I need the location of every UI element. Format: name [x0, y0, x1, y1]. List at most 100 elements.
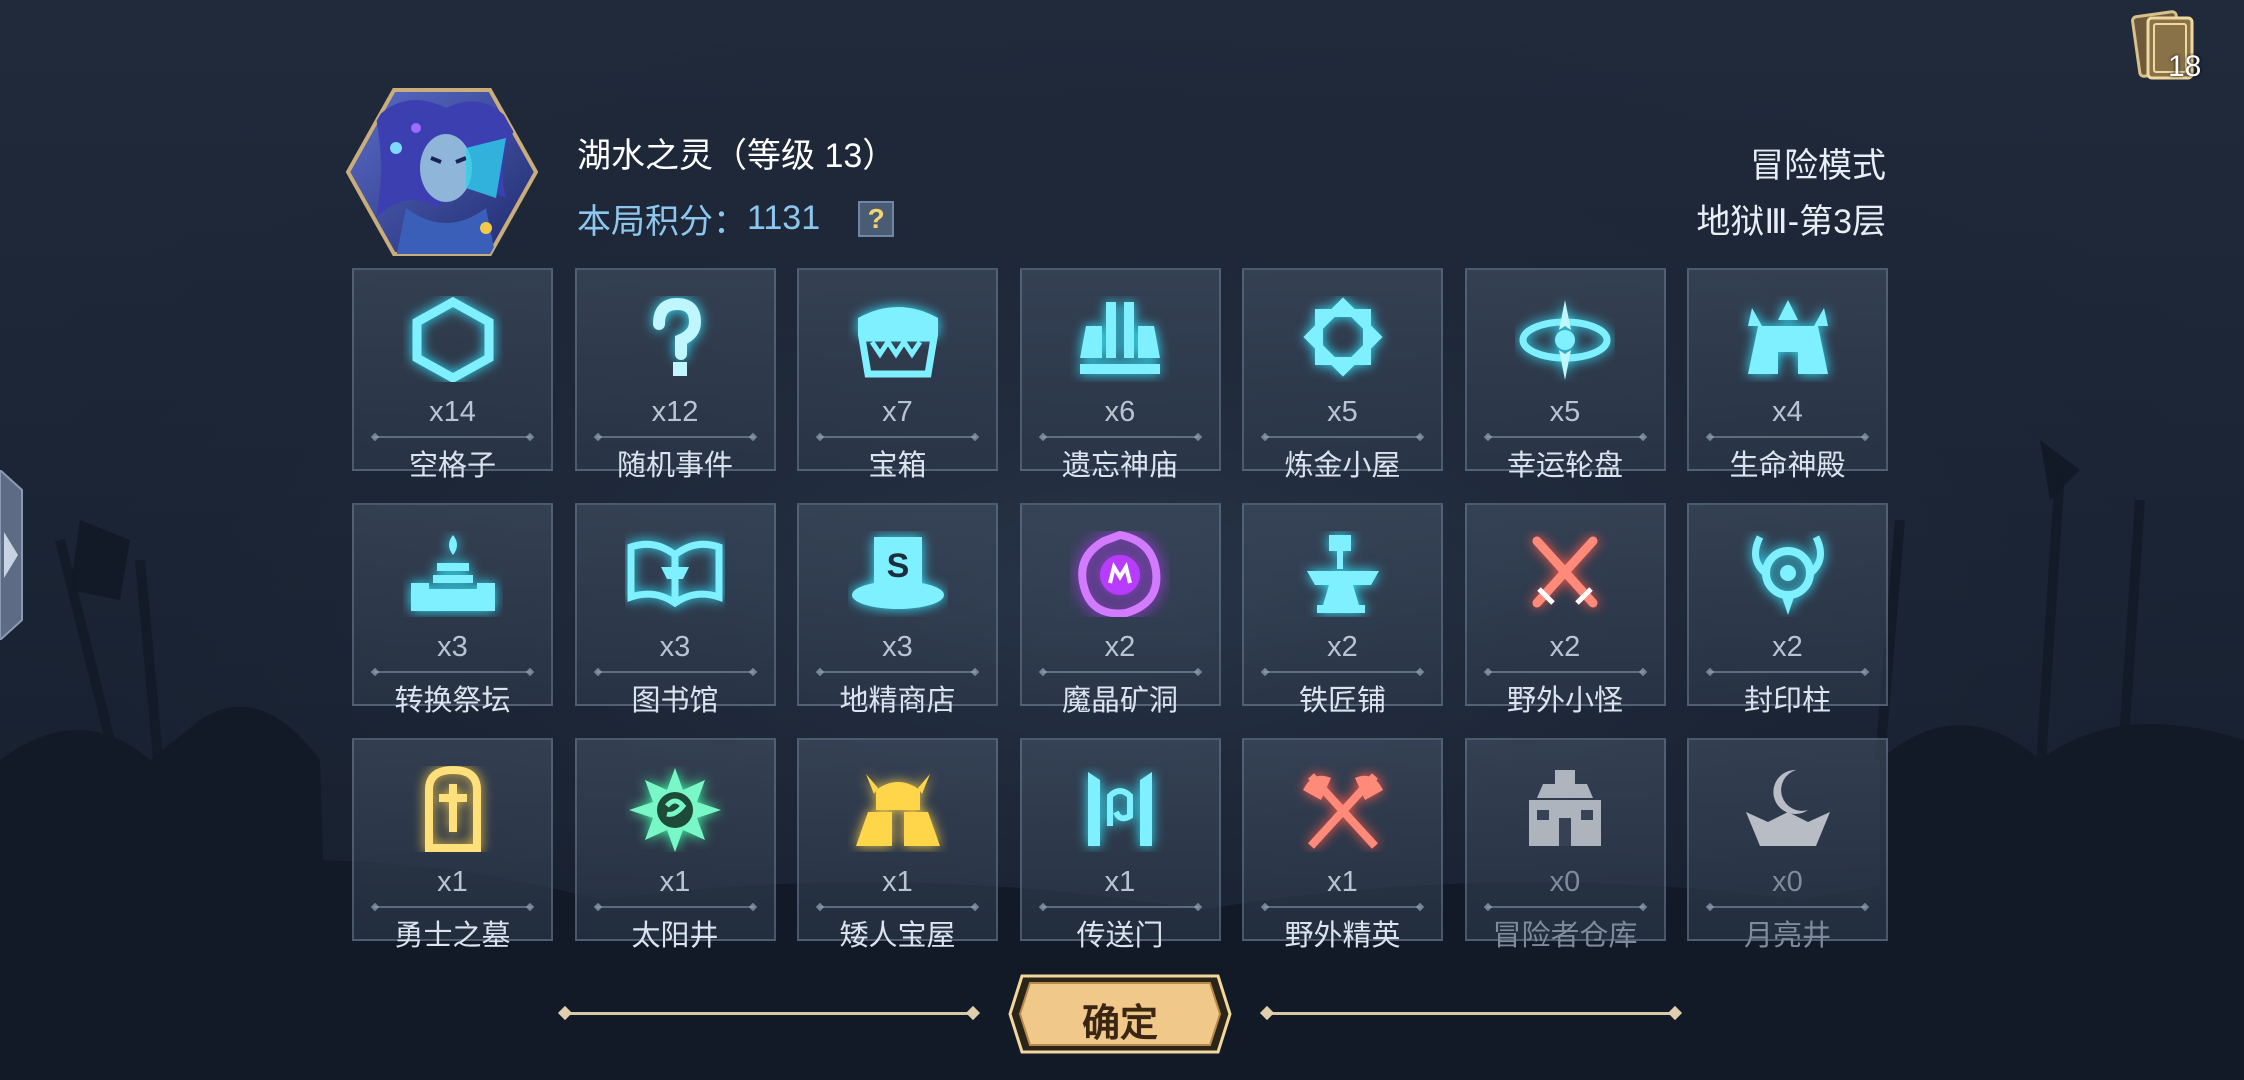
divider: [1486, 436, 1644, 438]
divider: [1709, 906, 1866, 908]
divider: [374, 906, 531, 908]
open-book-icon: [627, 540, 723, 608]
tile-cell-treasure-chest: x7 宝箱: [797, 268, 998, 482]
tile-count: x3: [437, 631, 468, 663]
altar-icon: [410, 535, 495, 611]
tile-count: x1: [437, 866, 468, 898]
tile-label: 铁匠铺: [1298, 685, 1386, 717]
tile-label: 封印柱: [1743, 685, 1831, 717]
svg-text:S: S: [886, 547, 909, 585]
tile-cell-blacksmith: x2 铁匠铺: [1242, 503, 1443, 717]
divider: [1041, 906, 1199, 908]
divider: [819, 436, 976, 438]
deck-count: 18: [2168, 50, 2202, 83]
divider: [1486, 906, 1644, 908]
tile-cell-library: x3 图书馆: [574, 503, 776, 717]
divider: [1041, 671, 1199, 673]
score-help-button[interactable]: ?: [858, 200, 895, 237]
tile-count: x1: [659, 866, 691, 898]
hexagon-icon: [412, 296, 493, 382]
tile-count: x5: [1549, 396, 1581, 428]
tile-count: x6: [1104, 396, 1136, 428]
decorative-line-right: [1266, 1012, 1676, 1015]
tile-count: x2: [1104, 631, 1136, 663]
confirm-row: 确定: [560, 972, 1680, 1056]
tile-cell-lucky-wheel: x5 幸运轮盘: [1464, 268, 1666, 482]
tile-cell-wild-monster: x2 野外小怪: [1464, 503, 1666, 717]
warehouse-icon: [1529, 770, 1601, 846]
divider: [596, 671, 754, 673]
tile-cell-empty: x14 空格子: [352, 268, 553, 482]
tile-cell-forgotten-temple: x6 遗忘神庙: [1019, 268, 1221, 482]
tile-cell-warrior-tomb: x1 勇士之墓: [352, 738, 553, 952]
decorative-line-left: [564, 1012, 974, 1015]
side-expand-tab[interactable]: [0, 470, 30, 640]
tile-count: x2: [1327, 631, 1358, 663]
tile-label: 冒险者仓库: [1492, 920, 1638, 952]
divider: [596, 906, 754, 908]
divider: [596, 436, 754, 438]
score-row: 本局积分： 1131 ?: [577, 194, 895, 243]
tile-label: 宝箱: [868, 450, 927, 482]
tile-cell-goblin-shop: S x3 地精商店: [797, 503, 998, 717]
tile-label: 空格子: [408, 450, 496, 482]
tile-count: x14: [429, 396, 476, 428]
question-mark-icon: [653, 297, 702, 376]
divider: [819, 906, 976, 908]
floor-level: 地狱Ⅲ-第3层: [1696, 203, 1886, 241]
tile-cell-life-temple: x4 生命神殿: [1687, 268, 1888, 482]
tile-cell-sealed-pillar: x2 封印柱: [1687, 503, 1888, 717]
sun-well-icon: [629, 768, 721, 852]
anvil-hammer-icon: [1306, 535, 1379, 613]
portal-icon: [1088, 772, 1152, 846]
tile-label: 勇士之墓: [394, 920, 511, 952]
tile-label: 野外精英: [1284, 920, 1401, 952]
tile-summary-grid: x14 空格子 x12 随机事件 x7 宝箱 x6 遗忘神庙 x5 炼金小屋 x…: [352, 268, 1888, 952]
tile-count: x2: [1549, 631, 1581, 663]
tile-cell-dwarf-treasury: x1 矮人宝屋: [797, 738, 998, 952]
tile-cell-alchemy-hut: x5 炼金小屋: [1242, 268, 1443, 482]
tile-cell-random-event: x12 随机事件: [574, 268, 776, 482]
tile-label: 生命神殿: [1729, 450, 1846, 482]
tile-label: 幸运轮盘: [1506, 450, 1623, 482]
divider: [1709, 436, 1866, 438]
magic-crystal-icon: [1078, 531, 1161, 617]
sealed-pillar-icon: [1751, 535, 1824, 615]
lucky-wheel-icon: [1519, 300, 1611, 380]
tile-count: x5: [1327, 396, 1358, 428]
tile-cell-conversion-altar: x3 转换祭坛: [352, 503, 553, 717]
tile-count: x7: [882, 396, 913, 428]
tile-count: x1: [882, 866, 913, 898]
tile-label: 图书馆: [631, 685, 719, 717]
life-temple-icon: [1747, 300, 1828, 374]
score-label: 本局积分：: [577, 203, 747, 241]
tile-label: 魔晶矿洞: [1061, 685, 1178, 717]
tile-count: x1: [1327, 866, 1358, 898]
alchemy-diamond-icon: [1302, 297, 1383, 377]
confirm-button[interactable]: 确定: [1008, 974, 1232, 1054]
tile-count: x0: [1549, 866, 1581, 898]
game-mode: 冒险模式: [1750, 147, 1886, 185]
confirm-label: 确定: [1081, 1003, 1158, 1045]
score-value: 1131: [747, 199, 821, 237]
tile-label: 转换祭坛: [394, 685, 511, 717]
divider: [1264, 436, 1421, 438]
tile-label: 传送门: [1076, 920, 1164, 952]
divider: [374, 671, 531, 673]
tile-count: x0: [1772, 866, 1803, 898]
tile-count: x1: [1104, 866, 1136, 898]
tile-count: x4: [1772, 396, 1803, 428]
tile-label: 野外小怪: [1506, 685, 1623, 717]
tombstone-icon: [424, 766, 481, 852]
tile-label: 地精商店: [839, 685, 956, 717]
divider: [819, 671, 976, 673]
tile-label: 矮人宝屋: [839, 920, 956, 952]
tile-cell-magic-crystal-cave: x2 魔晶矿洞: [1019, 503, 1221, 717]
divider: [374, 436, 531, 438]
hero-portrait: [346, 88, 538, 256]
tile-label: 遗忘神庙: [1061, 450, 1178, 482]
tile-label: 随机事件: [616, 450, 733, 482]
tile-count: x12: [651, 396, 699, 428]
tile-count: x3: [659, 631, 691, 663]
goblin-shop-icon: S: [851, 537, 944, 609]
